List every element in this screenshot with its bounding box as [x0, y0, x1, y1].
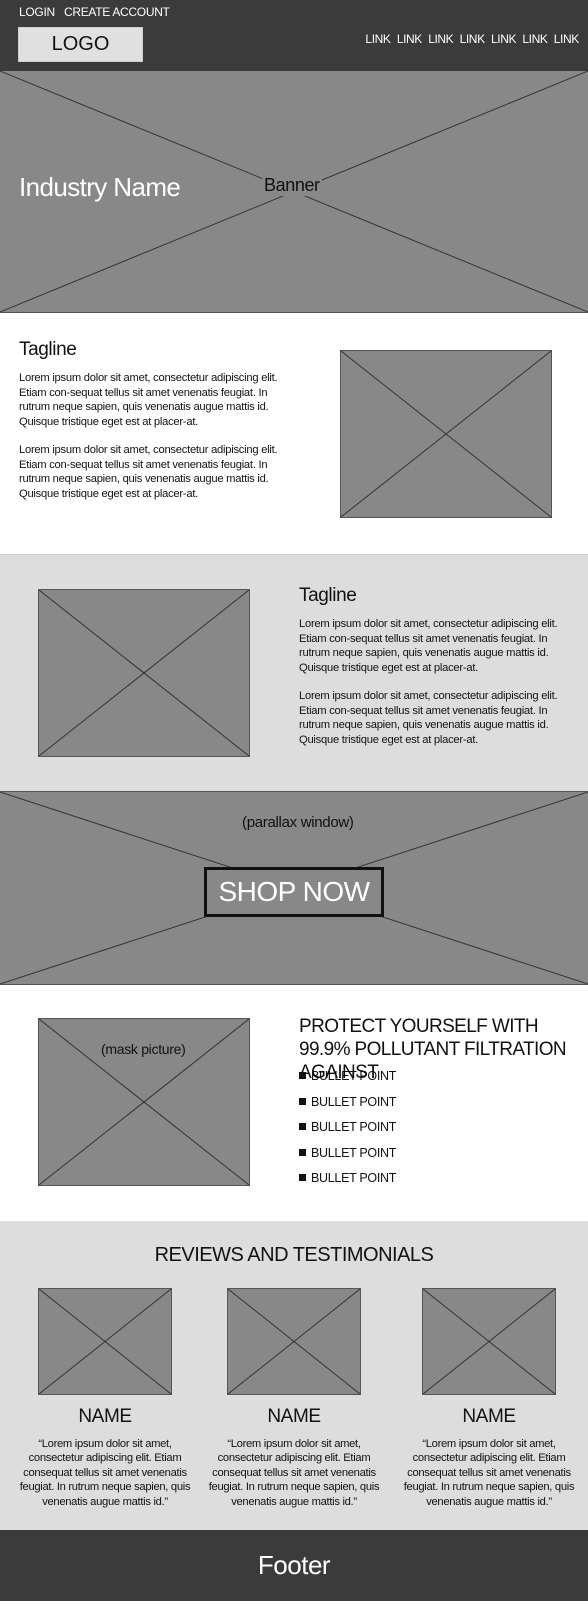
- reviewer-name: NAME: [462, 1406, 516, 1427]
- placeholder-cross-icon: [228, 1289, 360, 1394]
- feature-section-2: Tagline Lorem ipsum dolor sit amet, cons…: [0, 555, 588, 791]
- nav-link-3[interactable]: LINK: [425, 32, 456, 46]
- review-quote: “Lorem ipsum dolor sit amet, consectetur…: [403, 1438, 575, 1508]
- site-footer: Footer: [0, 1530, 588, 1601]
- section-tagline: Tagline: [299, 585, 357, 606]
- section-image: [38, 589, 250, 757]
- nav-link-4[interactable]: LINK: [456, 32, 487, 46]
- nav-link-2[interactable]: LINK: [394, 32, 425, 46]
- reviews-section: REVIEWS AND TESTIMONIALS NAME “Lorem ips…: [0, 1221, 588, 1530]
- bullet-point: BULLET POINT: [299, 1120, 396, 1134]
- reviewer-photo: [422, 1288, 556, 1395]
- section-tagline: Tagline: [19, 339, 77, 360]
- mask-image: (mask picture): [38, 1018, 250, 1186]
- industry-name: Industry Name: [19, 172, 181, 202]
- main-nav: LINK LINK LINK LINK LINK LINK LINK: [362, 32, 582, 46]
- logo[interactable]: LOGO: [18, 27, 143, 62]
- feature-section-1: Tagline Lorem ipsum dolor sit amet, cons…: [0, 313, 588, 555]
- review-quote: “Lorem ipsum dolor sit amet, consectetur…: [208, 1438, 380, 1508]
- bullet-square-icon: [299, 1149, 306, 1156]
- bullet-text: BULLET POINT: [311, 1069, 397, 1083]
- bullet-square-icon: [299, 1123, 306, 1130]
- parallax-label: (parallax window): [240, 814, 356, 831]
- banner-image: Industry Name Banner: [0, 71, 588, 313]
- review-quote: “Lorem ipsum dolor sit amet, consectetur…: [19, 1438, 191, 1508]
- product-section: (mask picture) PROTECT YOURSELF WITH 99.…: [0, 985, 588, 1221]
- placeholder-cross-icon: [39, 590, 249, 756]
- bullet-text: BULLET POINT: [311, 1095, 397, 1109]
- bullet-square-icon: [299, 1098, 306, 1105]
- bullet-text: BULLET POINT: [311, 1171, 397, 1185]
- nav-link-1[interactable]: LINK: [362, 32, 393, 46]
- reviews-heading: REVIEWS AND TESTIMONIALS: [154, 1244, 434, 1266]
- bullet-point: BULLET POINT: [299, 1146, 396, 1160]
- bullet-text: BULLET POINT: [311, 1146, 397, 1160]
- parallax-window: (parallax window) SHOP NOW: [0, 791, 588, 985]
- footer-label: Footer: [257, 1550, 331, 1580]
- bullet-square-icon: [299, 1072, 306, 1079]
- banner-label: Banner: [262, 175, 322, 196]
- bullet-point: BULLET POINT: [299, 1069, 396, 1083]
- mask-image-label: (mask picture): [99, 1041, 188, 1057]
- reviewer-photo: [227, 1288, 361, 1395]
- bullet-point: BULLET POINT: [299, 1095, 396, 1109]
- reviewer-photo: [38, 1288, 172, 1395]
- bullet-text: BULLET POINT: [311, 1120, 397, 1134]
- shop-now-button[interactable]: SHOP NOW: [204, 867, 384, 917]
- section-paragraph: Lorem ipsum dolor sit amet, consectetur …: [299, 618, 558, 674]
- placeholder-cross-icon: [341, 351, 551, 517]
- section-image: [340, 350, 552, 518]
- placeholder-cross-icon: [39, 1289, 171, 1394]
- reviewer-name: NAME: [78, 1406, 132, 1427]
- section-paragraph: Lorem ipsum dolor sit amet, consectetur …: [299, 690, 558, 746]
- bullet-square-icon: [299, 1174, 306, 1181]
- site-header: LOGIN CREATE ACCOUNT LOGO LINK LINK LINK…: [0, 0, 588, 71]
- login-link[interactable]: LOGIN: [19, 5, 55, 19]
- section-paragraph: Lorem ipsum dolor sit amet, consectetur …: [19, 444, 278, 500]
- section-paragraph: Lorem ipsum dolor sit amet, consectetur …: [19, 372, 278, 428]
- create-account-link[interactable]: CREATE ACCOUNT: [64, 5, 170, 19]
- nav-link-5[interactable]: LINK: [488, 32, 519, 46]
- placeholder-cross-icon: [423, 1289, 555, 1394]
- reviewer-name: NAME: [267, 1406, 321, 1427]
- nav-link-6[interactable]: LINK: [519, 32, 550, 46]
- nav-link-7[interactable]: LINK: [551, 32, 582, 46]
- bullet-point: BULLET POINT: [299, 1171, 396, 1185]
